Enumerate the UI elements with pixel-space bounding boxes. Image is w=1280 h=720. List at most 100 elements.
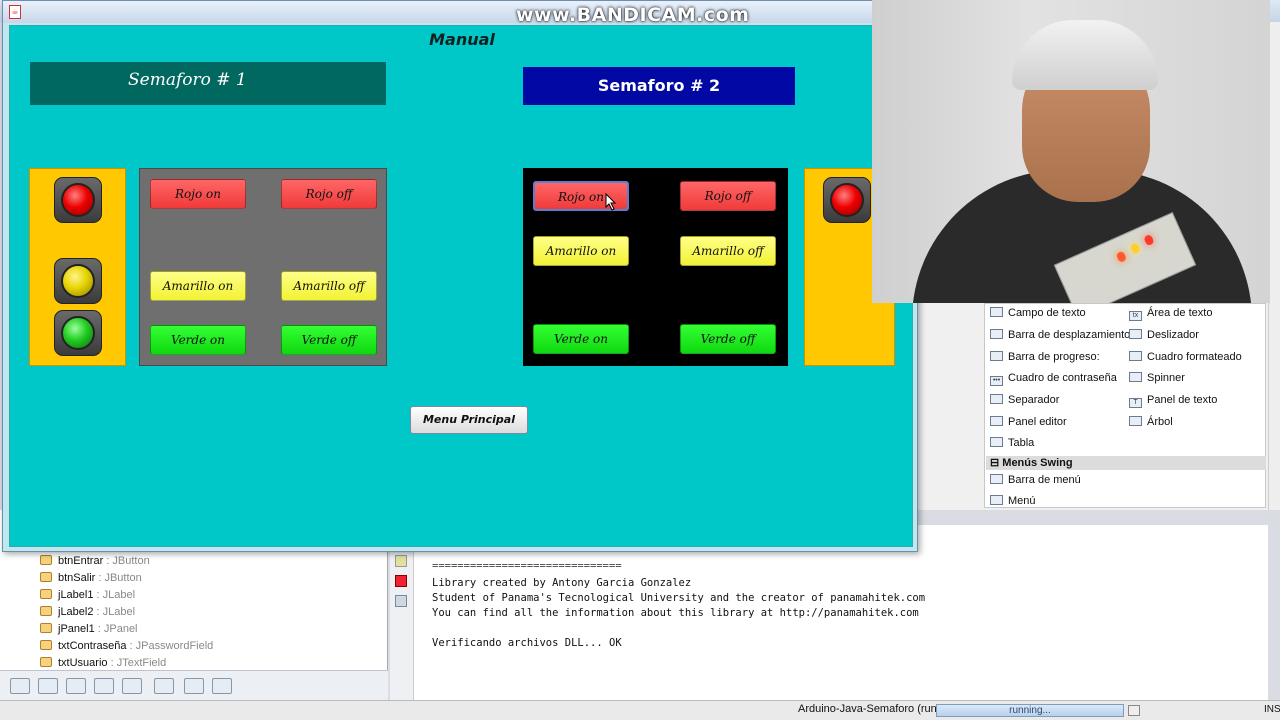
palette-item-panel-texto[interactable]: T Panel de texto (1129, 394, 1217, 408)
palette-item-panel-editor[interactable]: Panel editor (990, 416, 1067, 428)
output-line: Student of Panama's Tecnological Univers… (432, 592, 926, 604)
menubar-icon (990, 474, 1003, 484)
control-panel-2: Rojo on Rojo off Amarillo on Amarillo of… (523, 168, 788, 366)
lock-icon[interactable] (94, 678, 114, 694)
component-icon (40, 572, 52, 582)
order-icon[interactable] (212, 678, 232, 694)
palette-icon[interactable] (154, 678, 174, 694)
settings-icon[interactable] (395, 595, 407, 607)
amarillo-on-button-1[interactable]: Amarillo on (150, 271, 246, 301)
output-line: ============================== (432, 560, 622, 572)
stop-icon[interactable] (395, 575, 407, 587)
amarillo-off-button-2[interactable]: Amarillo off (680, 236, 776, 266)
component-icon (40, 623, 52, 633)
palette-item-tabla[interactable]: Tabla (990, 437, 1034, 449)
navigator-toolbar (0, 670, 388, 700)
mouse-cursor-icon (605, 193, 617, 211)
led-icon (1143, 233, 1155, 247)
semaforo1-label: Semaforo # 1 (30, 62, 386, 105)
palette-item-menu[interactable]: Menú (990, 495, 1036, 507)
component-icon (40, 640, 52, 650)
textfield-icon (990, 307, 1003, 317)
verde-on-button-2[interactable]: Verde on (533, 324, 629, 354)
status-project: Arduino-Java-Semaforo (run) (798, 703, 941, 715)
rerun-icon[interactable] (395, 555, 407, 567)
navigator-item[interactable]: btnEntrar : JButton (40, 555, 150, 567)
separator-icon (990, 394, 1003, 404)
manual-window: ☕ Manual Semaforo # 1 Semaforo # 2 Rojo … (2, 0, 918, 552)
spinner-icon (1129, 372, 1142, 382)
component-icon (40, 606, 52, 616)
palette-item-barra-progreso[interactable]: Barra de progreso: (990, 351, 1100, 363)
navigator-item[interactable]: btnSalir : JButton (40, 572, 142, 584)
webcam-person-cap (1012, 20, 1158, 90)
palette-item-cuadro-formateado[interactable]: Cuadro formateado (1129, 351, 1242, 363)
led-icon (1129, 242, 1141, 255)
panel-icon[interactable] (38, 678, 58, 694)
table-icon (990, 437, 1003, 447)
yellow-light-icon (61, 264, 95, 298)
rojo-off-button-2[interactable]: Rojo off (680, 181, 776, 211)
webcam-overlay (872, 0, 1270, 303)
yellow-lamp-1 (54, 258, 102, 304)
navigator-item[interactable]: jPanel1 : JPanel (40, 623, 138, 635)
rojo-on-button-1[interactable]: Rojo on (150, 179, 246, 209)
navigator-item[interactable]: jLabel1 : JLabel (40, 589, 135, 601)
verde-off-button-2[interactable]: Verde off (680, 324, 776, 354)
scrollbar-icon (990, 329, 1003, 339)
output-line: Library created by Antony Garcia Gonzale… (432, 577, 692, 589)
slider-icon (1129, 329, 1142, 339)
formatted-field-icon (1129, 351, 1142, 361)
palette-item-cuadro-contrasena[interactable]: ••• Cuadro de contraseña (990, 372, 1117, 386)
manual-content-panel: Manual Semaforo # 1 Semaforo # 2 Rojo on… (9, 25, 913, 547)
palette-item-arbol[interactable]: Árbol (1129, 416, 1173, 428)
green-light-icon (61, 316, 95, 350)
component-icon (40, 555, 52, 565)
amarillo-off-button-1[interactable]: Amarillo off (281, 271, 377, 301)
control-panel-1: Rojo on Rojo off Amarillo on Amarillo of… (139, 168, 387, 366)
run-progress-bar: running... (936, 704, 1124, 717)
navigator-item[interactable]: txtContraseña : JPasswordField (40, 640, 213, 652)
red-lamp-2 (823, 177, 871, 223)
eraser-icon[interactable] (122, 678, 142, 694)
palette-item-barra-desplazamiento[interactable]: Barra de desplazamiento (990, 329, 1130, 341)
bandicam-watermark: www.BANDICAM.com (516, 4, 750, 26)
page-title: Manual (429, 30, 495, 49)
component-icon (40, 589, 52, 599)
palette-item-separador[interactable]: Separador (990, 394, 1059, 406)
verde-on-button-1[interactable]: Verde on (150, 325, 246, 355)
sort-icon[interactable] (184, 678, 204, 694)
red-light-icon (830, 183, 864, 217)
verde-off-button-1[interactable]: Verde off (281, 325, 377, 355)
palette-item-barra-menu[interactable]: Barra de menú (990, 474, 1081, 486)
menu-principal-button[interactable]: Menu Principal (410, 406, 528, 434)
rojo-off-button-1[interactable]: Rojo off (281, 179, 377, 209)
palette-section-menus-swing[interactable]: ⊟ Menús Swing (986, 456, 1266, 470)
textpane-icon: T (1129, 398, 1142, 408)
amarillo-on-button-2[interactable]: Amarillo on (533, 236, 629, 266)
menu-icon (990, 495, 1003, 505)
split-icon[interactable] (66, 678, 86, 694)
navigator-item[interactable]: txtUsuario : JTextField (40, 657, 166, 669)
palette-item-area-texto[interactable]: tx Área de texto (1129, 307, 1212, 321)
password-field-icon: ••• (990, 376, 1003, 386)
inspector-icon[interactable] (10, 678, 30, 694)
textarea-icon: tx (1129, 311, 1142, 321)
semaforo2-label: Semaforo # 2 (523, 67, 795, 105)
red-light-icon (61, 183, 95, 217)
window-title-bar[interactable]: ☕ (3, 1, 917, 23)
palette-item-spinner[interactable]: Spinner (1129, 372, 1185, 384)
insert-mode-indicator: INS (1264, 704, 1280, 715)
editor-pane-icon (990, 416, 1003, 426)
progressbar-icon (990, 351, 1003, 361)
red-lamp-1 (54, 177, 102, 223)
palette-item-campo-de-texto[interactable]: Campo de texto (990, 307, 1086, 319)
component-icon (40, 657, 52, 667)
navigator-item[interactable]: jLabel2 : JLabel (40, 606, 135, 618)
output-line: Verificando archivos DLL... OK (432, 637, 622, 649)
green-lamp-1 (54, 310, 102, 356)
traffic-light-1 (29, 168, 126, 366)
palette-item-deslizador[interactable]: Deslizador (1129, 329, 1199, 341)
progress-close-icon[interactable] (1128, 705, 1140, 716)
tree-icon (1129, 416, 1142, 426)
